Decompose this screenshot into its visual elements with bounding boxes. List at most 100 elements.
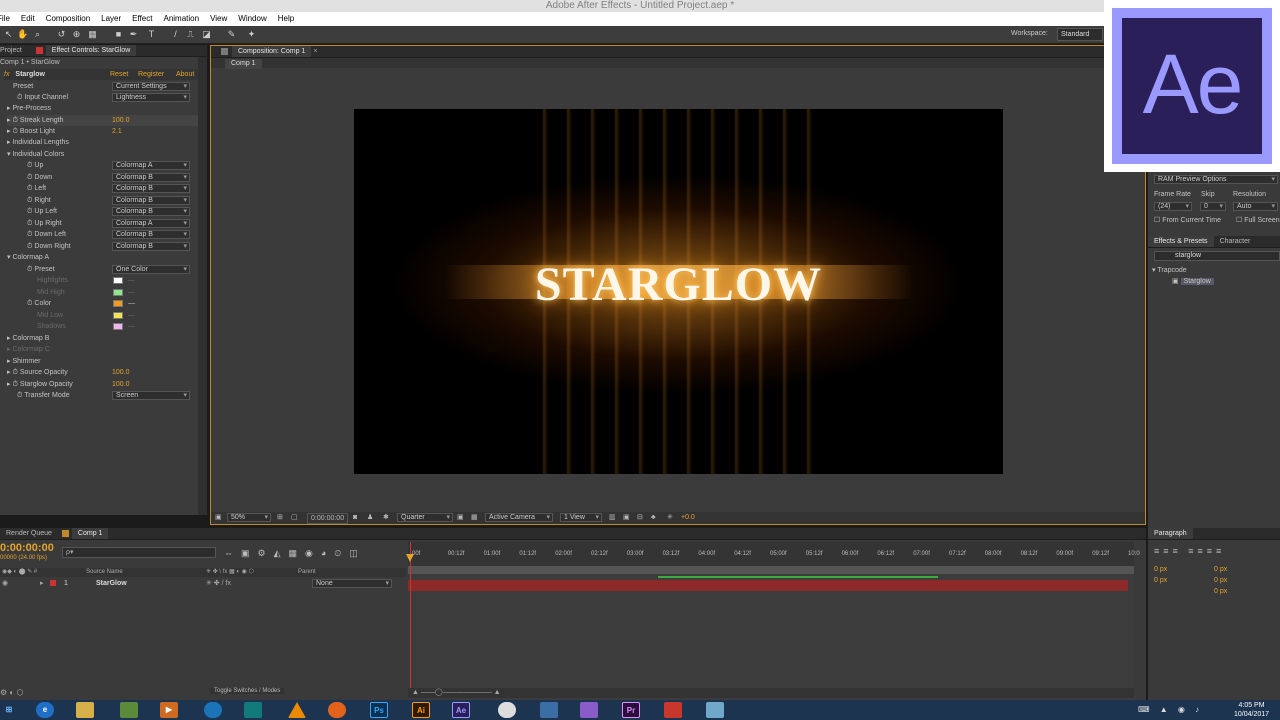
zoom-dropdown[interactable]: 50% bbox=[227, 513, 271, 522]
menu-layer[interactable]: Layer bbox=[101, 12, 121, 26]
app-icon[interactable] bbox=[664, 702, 682, 718]
mid-low-swatch[interactable] bbox=[113, 312, 123, 319]
from-current-time-checkbox[interactable]: ☐ From Current Time bbox=[1154, 215, 1221, 226]
trapcode-folder[interactable]: ▾ Trapcode bbox=[1152, 265, 1187, 276]
network-app-icon[interactable] bbox=[540, 702, 558, 718]
down-right-dropdown[interactable]: Colormap B bbox=[112, 242, 190, 251]
full-screen-checkbox[interactable]: ☐ Full Screen bbox=[1236, 215, 1280, 226]
brush-tool-icon[interactable]: / bbox=[170, 29, 181, 40]
tab-composition[interactable]: Composition: Comp 1 bbox=[232, 46, 312, 57]
shadows-swatch[interactable] bbox=[113, 323, 123, 330]
left-dropdown[interactable]: Colormap B bbox=[112, 184, 190, 193]
timeline-graph[interactable]: 00f 00:12f 01:00f 01:12f 02:00f 02:12f 03:00f 0… bbox=[406, 542, 1140, 700]
first-line-indent-field[interactable]: 0 px bbox=[1214, 575, 1227, 586]
frame-rate-dropdown[interactable]: (24) bbox=[1154, 202, 1192, 211]
starglow-opacity-row[interactable]: ▸ ⏱ Starglow Opacity bbox=[7, 379, 73, 390]
comp-subtab[interactable]: Comp 1 bbox=[225, 59, 262, 69]
tab-paragraph[interactable]: Paragraph bbox=[1148, 528, 1193, 539]
colormap-a-row[interactable]: ▾ Colormap A bbox=[7, 252, 49, 263]
hand-tool-icon[interactable]: ✋ bbox=[17, 29, 28, 40]
alignment-buttons[interactable]: ≡≡≡ ≡≡≡≡ bbox=[1154, 546, 1225, 556]
menu-composition[interactable]: Composition bbox=[46, 12, 90, 26]
ram-preview-dropdown[interactable]: RAM Preview Options bbox=[1154, 175, 1278, 184]
edge-app-icon[interactable] bbox=[204, 702, 222, 718]
menu-window[interactable]: Window bbox=[238, 12, 266, 26]
camera-tool-icon[interactable]: ⊕ bbox=[71, 29, 82, 40]
roto-brush-tool-icon[interactable]: ✎ bbox=[226, 29, 237, 40]
tab-effect-controls[interactable]: Effect Controls: StarGlow bbox=[45, 45, 137, 56]
about-link[interactable]: About bbox=[176, 69, 194, 80]
ie-app-icon[interactable]: e bbox=[36, 702, 54, 718]
starglow-effect-item[interactable]: ▣ Starglow bbox=[1172, 276, 1214, 287]
rotate-tool-icon[interactable]: ↺ bbox=[56, 29, 67, 40]
firefox-app-icon[interactable] bbox=[328, 702, 346, 718]
fast-previews-icon[interactable]: ▣ bbox=[623, 512, 630, 524]
timeline-search-input[interactable]: ρ▾ bbox=[62, 547, 216, 558]
starglow-opacity-value[interactable]: 100.0 bbox=[112, 379, 130, 390]
up-left-dropdown[interactable]: Colormap B bbox=[112, 207, 190, 216]
pen-tool-icon[interactable]: ✒ bbox=[128, 29, 139, 40]
timeline-bottom-icons[interactable]: ⚙ ◐ ⬡ bbox=[0, 688, 23, 697]
snapshot-icon[interactable]: ◙ bbox=[353, 512, 357, 524]
source-opacity-value[interactable]: 100.0 bbox=[112, 367, 130, 378]
clock[interactable]: 4:05 PM 10/04/2017 bbox=[1234, 701, 1269, 719]
timeline-timecode[interactable]: 0:00:00:00 bbox=[0, 542, 54, 554]
boost-light-value[interactable]: 2.1 bbox=[112, 126, 122, 137]
menu-view[interactable]: View bbox=[210, 12, 227, 26]
show-snapshot-icon[interactable]: ♟ bbox=[367, 512, 373, 524]
app-icon[interactable] bbox=[706, 702, 724, 718]
start-button[interactable]: ⊞ bbox=[0, 702, 18, 718]
menu-help[interactable]: Help bbox=[278, 12, 294, 26]
comp-timecode[interactable]: 0:00:00:00 bbox=[307, 513, 349, 524]
source-opacity-row[interactable]: ▸ ⏱ Source Opacity bbox=[7, 367, 68, 378]
app-icon[interactable] bbox=[244, 702, 262, 718]
eyedropper-icon[interactable]: — bbox=[128, 298, 135, 309]
after-effects-app-icon[interactable]: Ae bbox=[452, 702, 470, 718]
space-before-field[interactable]: 0 px bbox=[1154, 575, 1167, 586]
store-app-icon[interactable] bbox=[120, 702, 138, 718]
workspace-dropdown[interactable]: Standard bbox=[1057, 28, 1103, 41]
timeline-icon[interactable]: ⊟ bbox=[637, 512, 643, 524]
tab-project[interactable]: Project bbox=[0, 45, 28, 56]
transparency-grid-icon[interactable]: ▦ bbox=[471, 512, 478, 524]
close-icon[interactable]: × bbox=[313, 46, 317, 57]
current-time-indicator[interactable] bbox=[410, 542, 411, 692]
app-icon[interactable] bbox=[580, 702, 598, 718]
menu-animation[interactable]: Animation bbox=[163, 12, 199, 26]
indent-right-field[interactable]: 0 px bbox=[1214, 564, 1227, 575]
system-tray-icons[interactable]: ⌨ ▲ ◉ ♪ bbox=[1138, 705, 1203, 714]
register-link[interactable]: Register bbox=[138, 69, 164, 80]
flowchart-icon[interactable]: ♣ bbox=[651, 512, 656, 524]
resolution-dropdown[interactable]: Quarter bbox=[397, 513, 453, 522]
pan-behind-tool-icon[interactable]: ▦ bbox=[87, 29, 98, 40]
explorer-app-icon[interactable] bbox=[76, 702, 94, 718]
skip-dropdown[interactable]: 0 bbox=[1200, 202, 1226, 211]
toggle-switches-modes[interactable]: Toggle Switches / Modes bbox=[210, 688, 285, 694]
layer-label-color[interactable] bbox=[50, 580, 56, 586]
illustrator-app-icon[interactable]: Ai bbox=[412, 702, 430, 718]
layer-row[interactable]: ◉ ▸ 1 StarGlow ✳ ✤ / fx None bbox=[0, 578, 406, 589]
rectangle-tool-icon[interactable]: ■ bbox=[113, 29, 124, 40]
menu-file[interactable]: File bbox=[0, 12, 10, 26]
parent-dropdown[interactable]: None bbox=[312, 579, 392, 588]
premiere-app-icon[interactable]: Pr bbox=[622, 702, 640, 718]
eyedropper-icon[interactable]: — bbox=[128, 321, 135, 332]
menu-effect[interactable]: Effect bbox=[132, 12, 152, 26]
transfer-mode-dropdown[interactable]: Screen bbox=[112, 391, 190, 400]
right-dropdown[interactable]: Colormap B bbox=[112, 196, 190, 205]
tab-timeline-comp[interactable]: Comp 1 bbox=[71, 528, 109, 539]
down-dropdown[interactable]: Colormap B bbox=[112, 173, 190, 182]
indent-left-field[interactable]: 0 px bbox=[1154, 564, 1167, 575]
cm-preset-dropdown[interactable]: One Color bbox=[112, 265, 190, 274]
mask-icon[interactable]: ▢ bbox=[291, 512, 298, 524]
effects-search-input[interactable]: starglow bbox=[1154, 251, 1280, 261]
type-tool-icon[interactable]: T bbox=[146, 29, 157, 40]
streak-length-value[interactable]: 100.0 bbox=[112, 115, 130, 126]
channel-icon[interactable]: ✱ bbox=[383, 512, 389, 524]
exposure-value[interactable]: +0.0 bbox=[681, 512, 695, 524]
media-app-icon[interactable]: ▶ bbox=[160, 702, 178, 718]
clone-stamp-tool-icon[interactable]: ⎍ bbox=[185, 29, 196, 40]
pre-process-row[interactable]: ▸ Pre-Process bbox=[7, 103, 51, 114]
work-area-bar[interactable] bbox=[408, 566, 1134, 574]
preset-dropdown[interactable]: Current Settings bbox=[112, 82, 190, 91]
